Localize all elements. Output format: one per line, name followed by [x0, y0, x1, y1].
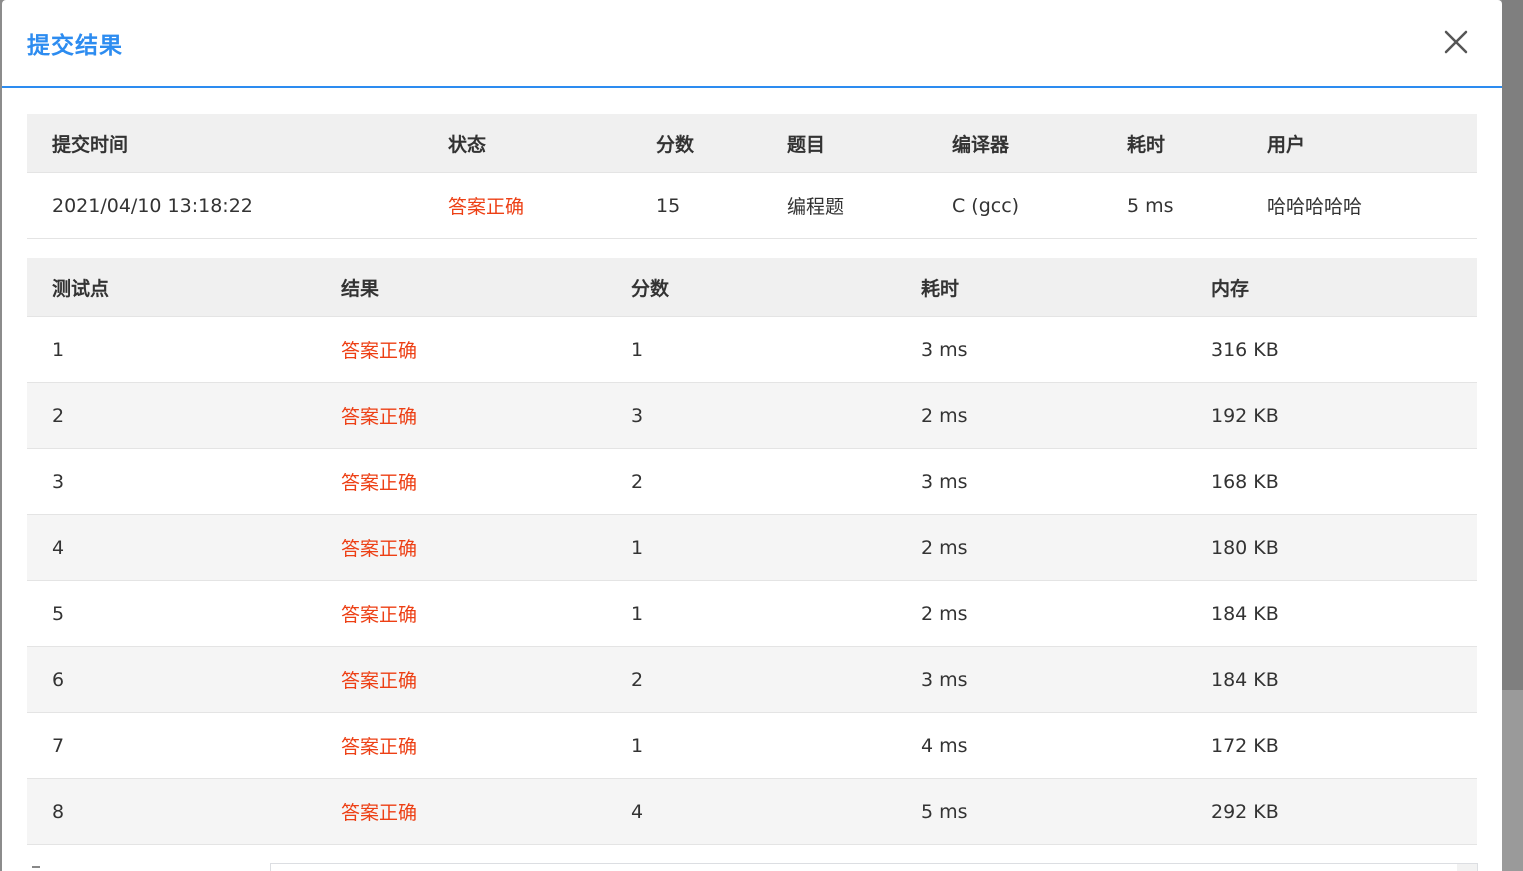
test-case-result: 答案正确	[316, 712, 606, 779]
submit-time: 2021/04/10 13:18:22	[27, 172, 423, 239]
test-case-id: 5	[27, 580, 316, 647]
column-header-duration: 耗时	[1102, 114, 1242, 173]
table-row: 1 答案正确 1 3 ms 316 KB	[27, 316, 1477, 383]
test-case-result: 答案正确	[316, 646, 606, 713]
test-case-memory: 316 KB	[1186, 316, 1477, 383]
test-case-time: 3 ms	[896, 448, 1186, 515]
close-button[interactable]	[1440, 26, 1472, 58]
modal-backdrop[interactable]	[1502, 0, 1523, 871]
dialog-header: 提交结果	[2, 0, 1502, 88]
test-case-id: 4	[27, 514, 316, 581]
test-case-score: 3	[606, 382, 896, 449]
column-header-compiler: 编译器	[927, 114, 1102, 173]
test-case-result: 答案正确	[316, 778, 606, 845]
submission-result-dialog: 提交结果 提交时间 状态 分数 题目 编译器 耗时 用户 2021/04/10 …	[2, 0, 1502, 871]
column-header-memory: 内存	[1186, 258, 1477, 317]
submission-summary-table: 提交时间 状态 分数 题目 编译器 耗时 用户 2021/04/10 13:18…	[27, 114, 1477, 239]
tests-header-row: 测试点 结果 分数 耗时 内存	[27, 258, 1477, 317]
table-row: 7 答案正确 1 4 ms 172 KB	[27, 712, 1477, 779]
test-case-results-table: 测试点 结果 分数 耗时 内存 1 答案正确 1 3 ms 316 KB 2 答	[27, 258, 1477, 845]
compiler-name: C (gcc)	[927, 172, 1102, 239]
test-case-time: 2 ms	[896, 514, 1186, 581]
test-case-time: 2 ms	[896, 580, 1186, 647]
test-case-score: 1	[606, 580, 896, 647]
column-header-problem: 题目	[762, 114, 927, 173]
submission-duration: 5 ms	[1102, 172, 1242, 239]
test-case-time: 5 ms	[896, 778, 1186, 845]
column-header-user: 用户	[1242, 114, 1477, 173]
test-case-id: 2	[27, 382, 316, 449]
test-case-score: 1	[606, 316, 896, 383]
test-case-score: 2	[606, 646, 896, 713]
submission-score: 15	[631, 172, 762, 239]
column-header-test-case: 测试点	[27, 258, 316, 317]
dialog-title: 提交结果	[27, 33, 123, 59]
problem-name: 编程题	[762, 172, 927, 239]
table-row: 6 答案正确 2 3 ms 184 KB	[27, 646, 1477, 713]
table-row: 3 答案正确 2 3 ms 168 KB	[27, 448, 1477, 515]
summary-header-row: 提交时间 状态 分数 题目 编译器 耗时 用户	[27, 114, 1477, 173]
scrollbar[interactable]	[1457, 864, 1477, 871]
column-header-status: 状态	[423, 114, 631, 173]
test-case-id: 1	[27, 316, 316, 383]
test-case-id: 6	[27, 646, 316, 713]
source-code-viewer[interactable]	[270, 863, 1478, 871]
close-icon	[1444, 30, 1468, 54]
submission-user: 哈哈哈哈哈	[1242, 172, 1477, 239]
test-case-result: 答案正确	[316, 448, 606, 515]
test-case-score: 1	[606, 712, 896, 779]
test-case-memory: 180 KB	[1186, 514, 1477, 581]
test-case-score: 4	[606, 778, 896, 845]
column-header-test-score: 分数	[606, 258, 896, 317]
test-case-memory: 292 KB	[1186, 778, 1477, 845]
test-case-memory: 172 KB	[1186, 712, 1477, 779]
test-case-memory: 192 KB	[1186, 382, 1477, 449]
table-row: 8 答案正确 4 5 ms 292 KB	[27, 778, 1477, 845]
column-header-result: 结果	[316, 258, 606, 317]
submission-status: 答案正确	[423, 172, 631, 239]
cut-off-label	[32, 866, 40, 871]
column-header-submit-time: 提交时间	[27, 114, 423, 173]
table-row: 5 答案正确 1 2 ms 184 KB	[27, 580, 1477, 647]
test-case-score: 2	[606, 448, 896, 515]
test-case-memory: 184 KB	[1186, 646, 1477, 713]
test-case-result: 答案正确	[316, 382, 606, 449]
column-header-test-time: 耗时	[896, 258, 1186, 317]
test-case-result: 答案正确	[316, 316, 606, 383]
column-header-score: 分数	[631, 114, 762, 173]
test-case-id: 7	[27, 712, 316, 779]
dialog-body: 提交时间 状态 分数 题目 编译器 耗时 用户 2021/04/10 13:18…	[27, 114, 1477, 845]
test-case-id: 3	[27, 448, 316, 515]
test-case-id: 8	[27, 778, 316, 845]
test-case-memory: 168 KB	[1186, 448, 1477, 515]
table-row: 4 答案正确 1 2 ms 180 KB	[27, 514, 1477, 581]
test-case-result: 答案正确	[316, 580, 606, 647]
test-case-result: 答案正确	[316, 514, 606, 581]
table-row: 2 答案正确 3 2 ms 192 KB	[27, 382, 1477, 449]
summary-row: 2021/04/10 13:18:22 答案正确 15 编程题 C (gcc) …	[27, 172, 1477, 239]
test-case-memory: 184 KB	[1186, 580, 1477, 647]
test-case-time: 4 ms	[896, 712, 1186, 779]
test-case-time: 2 ms	[896, 382, 1186, 449]
test-case-time: 3 ms	[896, 646, 1186, 713]
test-case-time: 3 ms	[896, 316, 1186, 383]
backdrop-page-fragment	[1502, 690, 1523, 871]
test-case-score: 1	[606, 514, 896, 581]
